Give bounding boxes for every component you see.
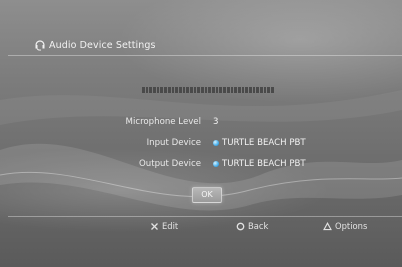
meter-segment [271,87,274,93]
circle-button-icon [236,222,245,230]
meter-segment [252,87,256,93]
page-header: Audio Device Settings [35,37,156,53]
page-title: Audio Device Settings [49,39,156,51]
cross-button-icon [151,222,158,230]
microphone-level-label: Microphone Level [125,117,201,127]
output-device-row[interactable]: Output Device TURTLE BEACH PBT [0,159,402,173]
edit-hint-label: Edit [162,221,179,231]
microphone-level-value-text: 3 [213,117,219,127]
microphone-level-meter [142,87,274,93]
selected-dot-icon [213,161,219,167]
meter-segment [267,87,271,93]
back-hint-label: Back [248,221,269,231]
microphone-level-value: 3 [213,117,218,127]
triangle-button-icon [323,221,332,230]
ok-button[interactable]: OK [192,187,222,203]
edit-hint[interactable]: Edit [150,220,178,232]
options-hint[interactable]: Options [323,220,367,232]
meter-segment [219,87,223,93]
meter-segment [201,87,204,93]
meter-segment [256,87,259,93]
meter-segment [164,87,167,93]
input-device-value-text: TURTLE BEACH PBT [222,138,306,148]
meter-segment [234,87,237,93]
meter-segment [197,87,200,93]
meter-segment [149,87,153,93]
meter-segment [226,87,230,93]
meter-segment [171,87,175,93]
meter-segment [145,87,149,93]
meter-segment [230,87,234,93]
xmb-background: Audio Device Settings Microphone Level 3… [0,0,402,267]
meter-segment [189,87,193,93]
meter-segment [186,87,189,93]
input-device-row[interactable]: Input Device TURTLE BEACH PBT [0,138,402,152]
meter-segment [212,87,215,93]
meter-segment [241,87,245,93]
meter-segment [237,87,241,93]
options-hint-label: Options [335,221,368,231]
output-device-label: Output Device [139,159,201,169]
selected-dot-icon [213,140,219,146]
meter-segment [204,87,208,93]
meter-segment [153,87,156,93]
footer-divider [8,216,402,217]
output-device-value: TURTLE BEACH PBT [213,159,306,169]
header-divider [8,55,402,56]
meter-segment [223,87,226,93]
meter-segment [248,87,252,93]
meter-segment [167,87,171,93]
meter-segment [260,87,263,93]
meter-segment [182,87,186,93]
back-hint[interactable]: Back [236,220,268,232]
meter-segment [156,87,160,93]
output-device-value-text: TURTLE BEACH PBT [222,159,306,169]
meter-segment [178,87,182,93]
input-device-label: Input Device [146,138,201,148]
meter-segment [142,87,145,93]
meter-segment [160,87,164,93]
meter-segment [175,87,178,93]
meter-segment [215,87,219,93]
input-device-value: TURTLE BEACH PBT [213,138,306,148]
meter-segment [245,87,248,93]
meter-segment [208,87,212,93]
headset-icon [35,40,45,51]
meter-segment [193,87,197,93]
microphone-level-row[interactable]: Microphone Level 3 [0,117,402,131]
meter-segment [263,87,267,93]
